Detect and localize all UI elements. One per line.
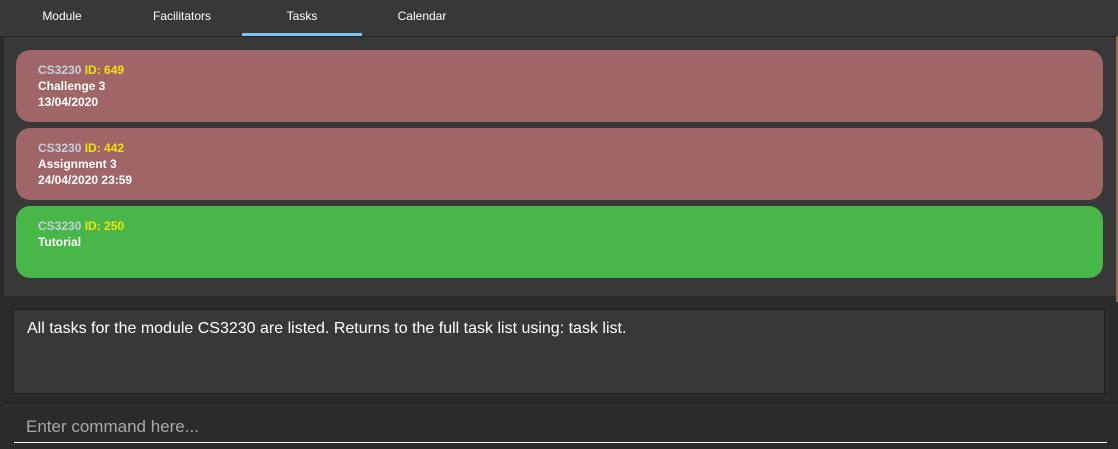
task-id: ID: 649 <box>84 63 125 77</box>
module-code: CS3230 <box>38 141 82 155</box>
tab-facilitators[interactable]: Facilitators <box>122 0 242 33</box>
task-header: CS3230 ID: 649 <box>38 62 1081 78</box>
task-datetime: 13/04/2020 <box>38 95 99 109</box>
command-box <box>14 412 1107 443</box>
tab-module[interactable]: Module <box>2 0 122 33</box>
tab-bar: Module Facilitators Tasks Calendar <box>0 0 1118 37</box>
task-header: CS3230 ID: 250 <box>38 218 1081 234</box>
task-description: Challenge 3 <box>38 79 106 93</box>
command-input[interactable] <box>14 412 1107 442</box>
module-code: CS3230 <box>38 219 82 233</box>
task-card[interactable]: CS3230 ID: 442 Assignment 3 24/04/2020 2… <box>16 128 1103 200</box>
result-display: All tasks for the module CS3230 are list… <box>13 309 1105 394</box>
tab-tasks[interactable]: Tasks <box>242 0 362 36</box>
task-description: Tutorial <box>38 235 82 249</box>
task-description: Assignment 3 <box>38 157 117 171</box>
task-id: ID: 442 <box>84 141 125 155</box>
module-code: CS3230 <box>38 63 82 77</box>
task-list: CS3230 ID: 649 Challenge 3 13/04/2020 CS… <box>4 37 1116 296</box>
divider <box>4 402 1118 403</box>
task-header: CS3230 ID: 442 <box>38 140 1081 156</box>
task-id: ID: 250 <box>84 219 125 233</box>
task-card[interactable]: CS3230 ID: 649 Challenge 3 13/04/2020 <box>16 50 1103 122</box>
task-card[interactable]: CS3230 ID: 250 Tutorial <box>16 206 1103 278</box>
tab-calendar[interactable]: Calendar <box>362 0 482 33</box>
task-datetime: 24/04/2020 23:59 <box>38 173 133 187</box>
result-message: All tasks for the module CS3230 are list… <box>27 320 627 337</box>
